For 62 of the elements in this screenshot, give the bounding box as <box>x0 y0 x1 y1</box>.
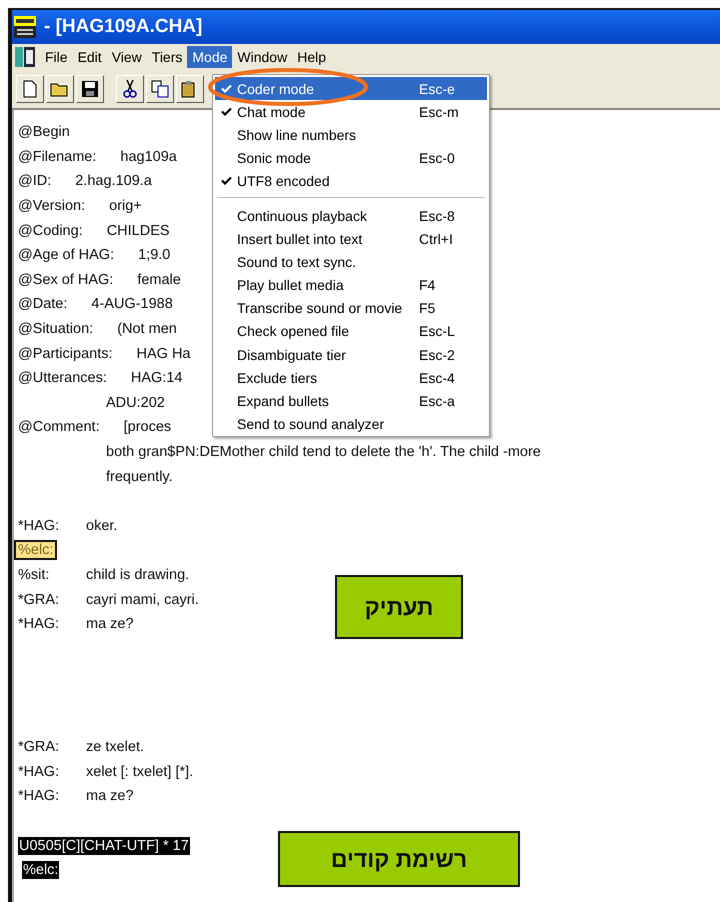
document-icon <box>14 46 36 68</box>
menu-item[interactable]: Window <box>232 46 292 68</box>
menu-item[interactable]: Edit <box>72 46 107 68</box>
menu-option[interactable]: UTF8 encoded <box>215 169 487 192</box>
status-text: U0505[C][CHAT-UTF] * 17 <box>18 836 190 855</box>
menu-option[interactable]: Continuous playback Esc-8 <box>215 204 487 228</box>
folder-icon <box>50 81 70 97</box>
menu-item[interactable]: View <box>106 46 147 68</box>
menu-item[interactable]: Help <box>292 46 331 68</box>
status-text: %elc: <box>22 861 60 880</box>
menu-option[interactable]: Expand bullets Esc-a <box>215 389 487 412</box>
transcript-line: %sit: child is drawing. <box>18 566 190 583</box>
menu-option[interactable]: Play bullet media F4 <box>215 274 487 297</box>
transcript-line: @Situation: (Not men <box>18 321 178 338</box>
menu-option[interactable]: Send to sound analyzer <box>215 412 487 436</box>
transcript-line: @Participants: HAG Ha <box>18 346 192 362</box>
transcript-line: @Date: 4-AUG-1988 <box>18 296 174 312</box>
scissors-icon <box>123 79 137 99</box>
transcript-line: @Sex of HAG: female <box>18 272 182 288</box>
menu-option[interactable]: Chat mode Esc-m <box>215 100 487 124</box>
menu-option[interactable]: Transcribe sound or movie F5 <box>215 296 487 320</box>
menu-option[interactable]: Sound to text sync. <box>215 250 487 274</box>
menu-item[interactable]: Mode <box>187 46 232 68</box>
app-icon <box>14 16 36 38</box>
copy-icon <box>151 80 169 98</box>
window-title: - [HAG109A.CHA] <box>44 16 202 38</box>
menu-item[interactable]: Tiers <box>146 46 188 68</box>
blank-page-icon <box>22 80 38 98</box>
menu-option[interactable]: Insert bullet into text Ctrl+I <box>215 228 487 251</box>
callout-label: תעתיק <box>335 575 463 639</box>
open-folder-button[interactable] <box>46 75 74 103</box>
transcript-line: *GRA: ze txelet. <box>18 739 144 756</box>
copy-button[interactable] <box>146 75 174 103</box>
transcript-line: ADU:202 <box>106 394 165 411</box>
transcript-line: *HAG: ma ze? <box>18 616 134 632</box>
transcript-line: @Filename: hag109a <box>18 148 178 165</box>
cut-button[interactable] <box>116 75 144 103</box>
transcript-line: *HAG: ma ze? <box>18 788 134 804</box>
menu-option[interactable]: Check opened file Esc-L <box>215 320 487 344</box>
transcript-line: @Age of HAG: 1;9.0 <box>18 247 172 264</box>
menu-option[interactable]: Sonic mode Esc-0 <box>215 146 487 170</box>
transcript-line: *HAG: xelet [: txelet] [*]. <box>18 764 194 780</box>
transcript-line: frequently. <box>106 468 173 485</box>
menu-item[interactable]: File <box>40 46 73 68</box>
save-button[interactable] <box>76 75 104 103</box>
transcript-line: *HAG: oker. <box>18 518 118 534</box>
transcript-line: @Comment: [proces <box>18 419 172 436</box>
transcript-line: @Coding: CHILDES <box>18 222 171 239</box>
transcript-line: @Begin <box>18 124 70 140</box>
menu-option[interactable]: Disambiguate tier Esc-2 <box>215 343 487 366</box>
tier-label: %elc: <box>14 540 58 560</box>
menu-option[interactable]: Coder mode Esc-e <box>215 77 487 100</box>
transcript-line: both gran$PN:DEMother child tend to delete the 'h'. The child -more <box>106 444 541 460</box>
transcript-line: @ID: 2.hag.109.a <box>18 173 153 190</box>
menu-option[interactable]: Show line numbers <box>215 123 487 146</box>
menu-option[interactable]: Exclude tiers Esc-4 <box>215 366 487 390</box>
callout-label: רשימת קודים <box>278 831 520 887</box>
transcript-line: @Utterances: HAG:14 <box>18 370 184 386</box>
paste-button[interactable] <box>176 75 204 103</box>
transcript-line: *GRA: cayri mami, cayri. <box>18 592 199 608</box>
new-file-button[interactable] <box>16 75 44 103</box>
transcript-line: @Version: orig+ <box>18 198 143 214</box>
